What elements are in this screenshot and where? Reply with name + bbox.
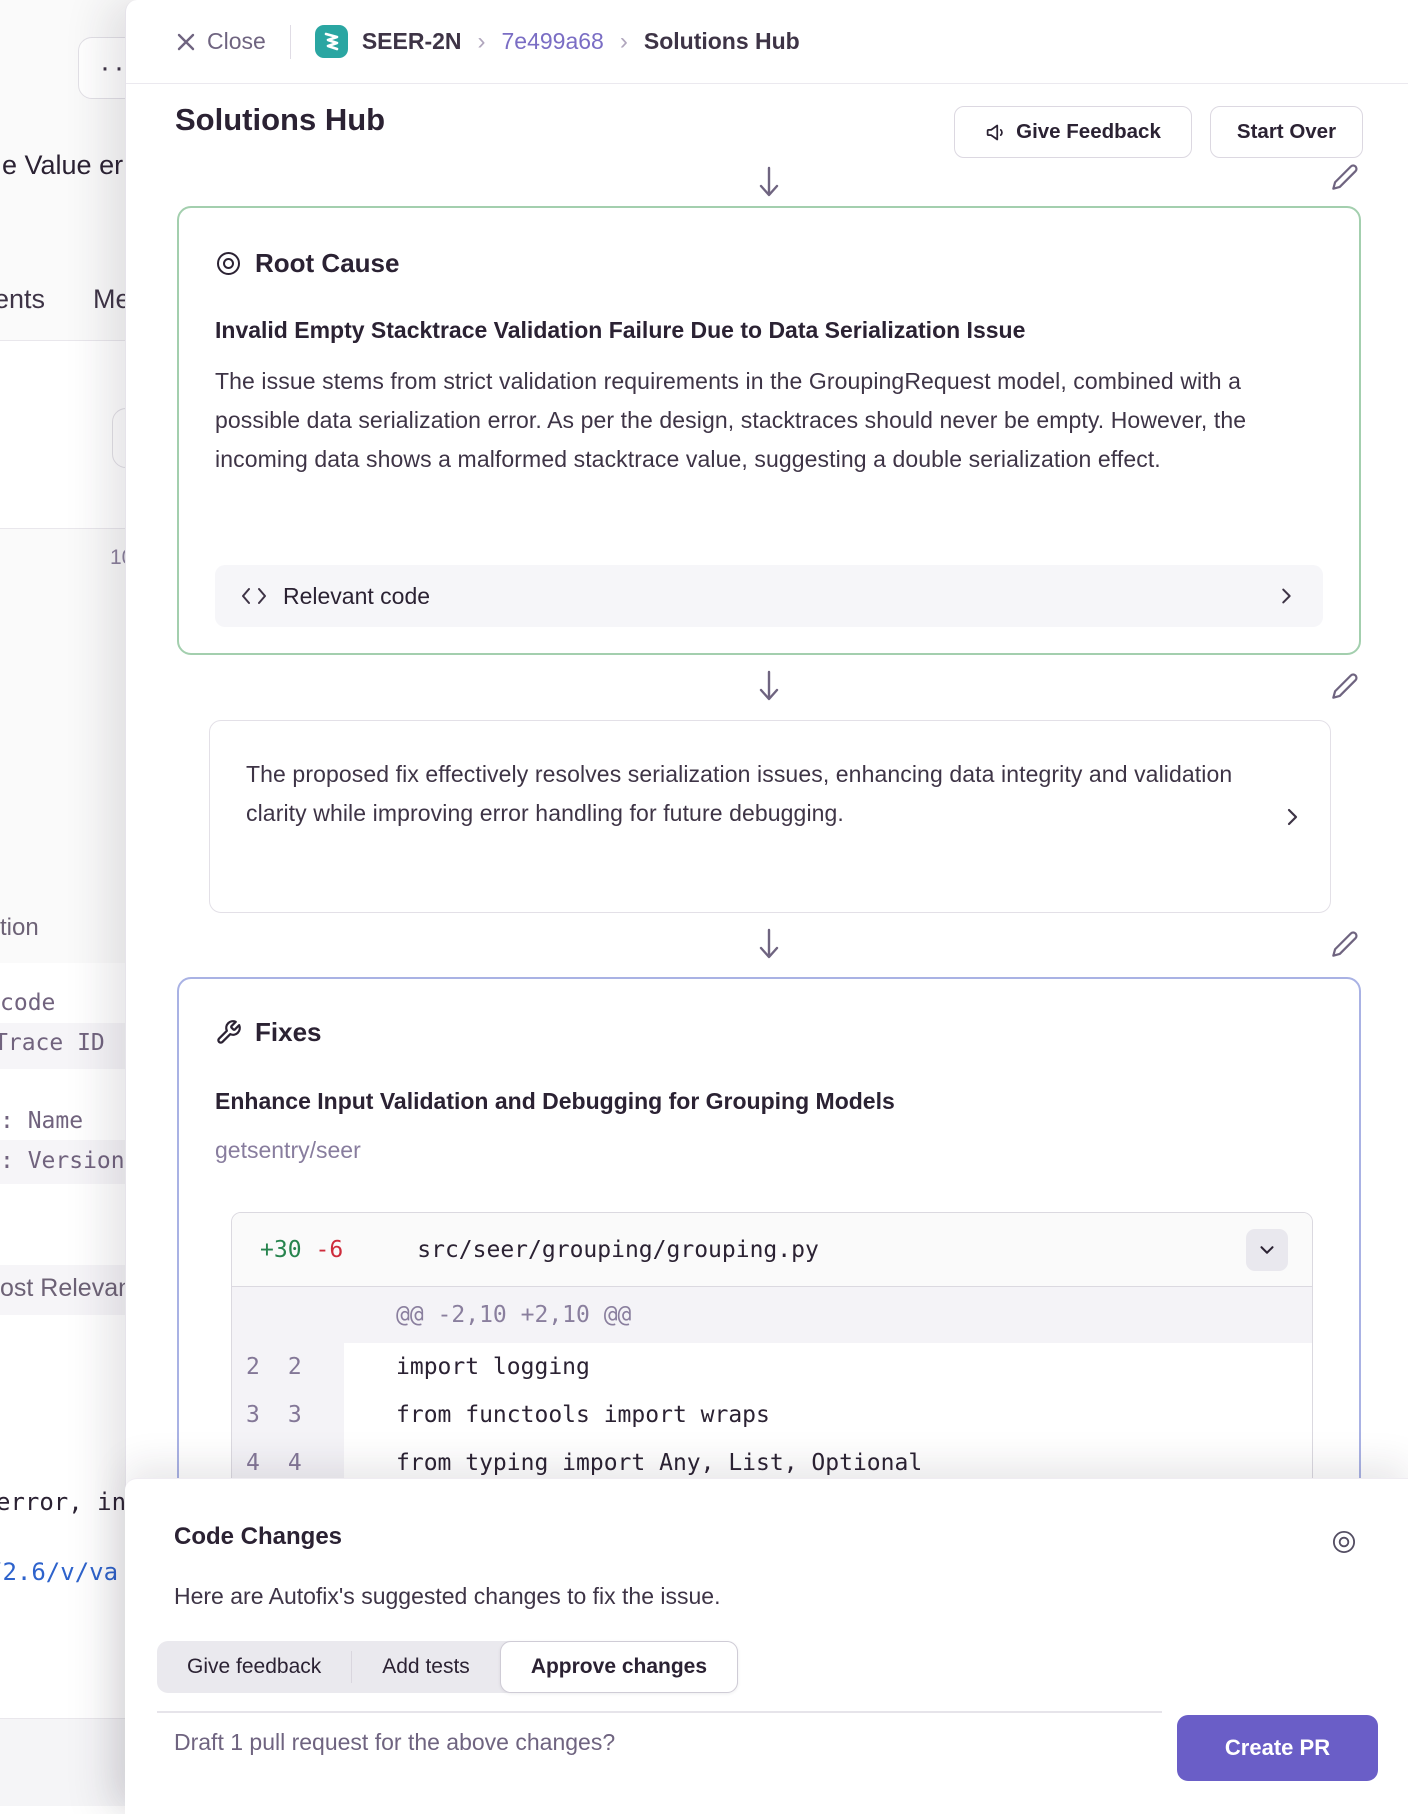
background-issue-title-fragment: e Value er bbox=[2, 150, 123, 181]
give-feedback-button[interactable]: Give Feedback bbox=[954, 106, 1192, 158]
background-section-fragment: tion bbox=[0, 914, 39, 942]
diff-code: from functools import wraps bbox=[344, 1402, 770, 1428]
root-cause-description: The issue stems from strict validation r… bbox=[215, 362, 1307, 479]
code-changes-description: Here are Autofix's suggested changes to … bbox=[174, 1583, 721, 1610]
footer-divider bbox=[157, 1711, 1162, 1713]
close-button[interactable]: Close bbox=[175, 28, 266, 55]
action-segment-give-feedback[interactable]: Give feedback bbox=[157, 1641, 351, 1693]
line-number-old: 2 bbox=[246, 1354, 260, 1380]
line-number-new: 2 bbox=[288, 1354, 302, 1380]
close-icon bbox=[175, 31, 197, 53]
target-icon bbox=[1331, 1529, 1357, 1555]
background-kv-traceid-fragment: Trace ID bbox=[0, 1030, 105, 1056]
review-summary-text: The proposed fix effectively resolves se… bbox=[246, 755, 1236, 833]
line-number-old: 4 bbox=[246, 1450, 260, 1476]
screen: { "background_page": { "more_label": "··… bbox=[0, 0, 1408, 1814]
start-over-label: Start Over bbox=[1237, 120, 1336, 144]
background-badge-fragment[interactable]: ost Relevan bbox=[0, 1274, 132, 1303]
crumb-page: Solutions Hub bbox=[644, 28, 800, 55]
target-icon bbox=[215, 250, 242, 277]
megaphone-icon bbox=[985, 122, 1006, 143]
root-cause-header: Root Cause bbox=[215, 248, 1323, 279]
review-summary-card[interactable]: The proposed fix effectively resolves se… bbox=[209, 720, 1331, 913]
underlying-chart-section bbox=[0, 528, 135, 963]
code-changes-heading: Code Changes bbox=[174, 1523, 342, 1551]
repo-name: getsentry/seer bbox=[215, 1137, 1323, 1164]
diff-code: from typing import Any, List, Optional bbox=[344, 1450, 922, 1476]
diff-gutter: 3 3 bbox=[232, 1391, 344, 1439]
edit-pencil-button[interactable] bbox=[1331, 163, 1359, 191]
chevron-separator-icon: › bbox=[476, 28, 488, 56]
action-segmented-control: Give feedback Add tests Approve changes bbox=[157, 1641, 738, 1693]
diff-code: import logging bbox=[344, 1354, 590, 1380]
seer-logo-icon bbox=[315, 25, 348, 58]
more-options-label: ·· bbox=[100, 51, 128, 85]
relevant-code-row[interactable]: Relevant code bbox=[215, 565, 1323, 627]
collapse-diff-button[interactable] bbox=[1246, 1229, 1288, 1271]
diff-hunk-line: @@ -2,10 +2,10 @@ bbox=[232, 1287, 1312, 1343]
background-kv-code-fragment: code bbox=[0, 990, 55, 1016]
relevant-code-label: Relevant code bbox=[283, 583, 430, 610]
root-cause-card: Root Cause Invalid Empty Stacktrace Vali… bbox=[177, 206, 1361, 655]
crumb-project[interactable]: SEER-2N bbox=[362, 28, 462, 55]
fixes-card: Fixes Enhance Input Validation and Debug… bbox=[177, 977, 1361, 1560]
diff-deletions: -6 bbox=[316, 1237, 344, 1263]
flow-down-arrow-icon bbox=[754, 928, 784, 960]
code-changes-sheet: Code Changes Here are Autofix's suggeste… bbox=[125, 1478, 1408, 1814]
fix-title: Enhance Input Validation and Debugging f… bbox=[215, 1088, 1323, 1115]
diff-row: 3 3 from functools import wraps bbox=[232, 1391, 1312, 1439]
drawer-topbar: Close SEER-2N › 7e499a68 › Solutions Hub bbox=[126, 0, 1408, 84]
fixes-header: Fixes bbox=[215, 1017, 1323, 1048]
action-segment-approve-changes[interactable]: Approve changes bbox=[500, 1641, 738, 1693]
diff-gutter: 2 2 bbox=[232, 1343, 344, 1391]
diff-header[interactable]: +30 -6 src/seer/grouping/grouping.py bbox=[232, 1213, 1312, 1287]
root-cause-heading: Root Cause bbox=[255, 248, 399, 279]
create-pr-button[interactable]: Create PR bbox=[1177, 1715, 1378, 1781]
fixes-heading: Fixes bbox=[255, 1017, 322, 1048]
close-label: Close bbox=[207, 28, 266, 55]
edit-pencil-button[interactable] bbox=[1331, 672, 1359, 700]
line-number-new: 3 bbox=[288, 1402, 302, 1428]
background-tab-fragment-left[interactable]: ents bbox=[0, 284, 45, 315]
background-stacktrace-fragment: error, in bbox=[0, 1488, 126, 1516]
flow-down-arrow-icon bbox=[754, 166, 784, 198]
chevron-right-icon bbox=[1275, 585, 1297, 607]
background-kv-name-fragment: : Name bbox=[0, 1108, 83, 1134]
code-icon bbox=[241, 585, 267, 607]
chevron-separator-icon: › bbox=[618, 28, 630, 56]
background-link-fragment[interactable]: /2.6/v/va bbox=[0, 1558, 118, 1586]
diff-additions: +30 bbox=[260, 1237, 302, 1263]
divider bbox=[0, 528, 135, 529]
background-kv-version-fragment: : Version bbox=[0, 1148, 125, 1174]
line-number-new: 4 bbox=[288, 1450, 302, 1476]
page-title: Solutions Hub bbox=[175, 102, 385, 138]
topbar-divider bbox=[290, 25, 291, 59]
chevron-down-icon bbox=[1256, 1239, 1278, 1261]
give-feedback-label: Give Feedback bbox=[1016, 120, 1161, 144]
start-over-button[interactable]: Start Over bbox=[1210, 106, 1363, 158]
diff-filename: src/seer/grouping/grouping.py bbox=[417, 1237, 819, 1263]
root-cause-title: Invalid Empty Stacktrace Validation Fail… bbox=[215, 317, 1323, 344]
flow-down-arrow-icon bbox=[754, 670, 784, 702]
action-segment-add-tests[interactable]: Add tests bbox=[352, 1641, 500, 1693]
crumb-issue[interactable]: 7e499a68 bbox=[502, 28, 604, 55]
underlying-footer-section bbox=[0, 1719, 135, 1806]
line-number-old: 3 bbox=[246, 1402, 260, 1428]
chevron-right-icon bbox=[1280, 805, 1304, 829]
edit-pencil-button[interactable] bbox=[1331, 930, 1359, 958]
draft-pr-prompt: Draft 1 pull request for the above chang… bbox=[174, 1729, 615, 1756]
diff-row: 2 2 import logging bbox=[232, 1343, 1312, 1391]
wrench-icon bbox=[215, 1019, 242, 1046]
